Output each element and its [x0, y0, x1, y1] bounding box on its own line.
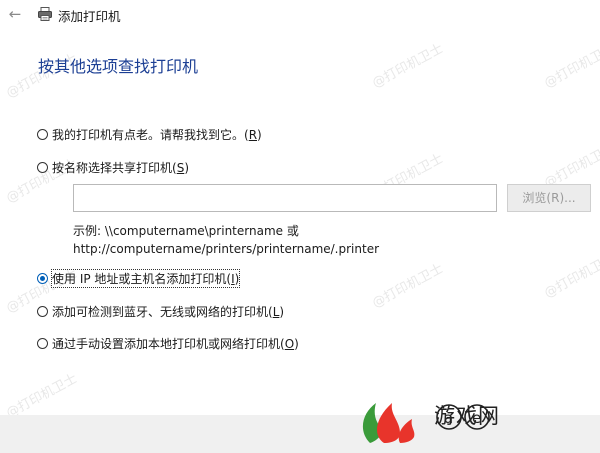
watermark: @打印机卫士 — [541, 251, 600, 302]
option-ip-address[interactable]: 使用 IP 地址或主机名添加打印机(I) — [37, 268, 241, 288]
option-label: 按名称选择共享打印机(S) — [52, 160, 189, 175]
radio-bluetooth-wireless[interactable] — [37, 305, 48, 317]
example-line-2: http://computername/printers/printername… — [73, 242, 380, 256]
option-shared-printer[interactable]: 按名称选择共享打印机(S) — [37, 158, 189, 176]
watermark: @打印机卫士 — [541, 41, 600, 92]
printer-icon — [38, 7, 52, 21]
watermark: @打印机卫士 — [3, 371, 80, 422]
example-line-1: 示例: \\computername\printername 或 — [73, 224, 299, 238]
title-bar: ← 添加打印机 — [0, 0, 600, 28]
option-label: 通过手动设置添加本地打印机或网络打印机(O) — [52, 336, 299, 351]
window-title: 添加打印机 — [58, 9, 121, 24]
flame-icon — [377, 403, 400, 443]
option-manual-settings[interactable]: 通过手动设置添加本地打印机或网络打印机(O) — [37, 334, 299, 352]
shared-printer-name-input[interactable] — [73, 184, 497, 212]
radio-ip-address[interactable] — [37, 272, 48, 284]
radio-shared-printer[interactable] — [37, 161, 48, 173]
option-bluetooth-wireless[interactable]: 添加可检测到蓝牙、无线或网络的打印机(L) — [37, 302, 284, 320]
option-label: 我的打印机有点老。请帮我找到它。(R) — [52, 127, 262, 142]
radio-old-printer[interactable] — [37, 128, 48, 140]
watermark: @打印机卫士 — [369, 41, 446, 92]
option-old-printer[interactable]: 我的打印机有点老。请帮我找到它。(R) — [37, 125, 262, 143]
browse-button[interactable]: 浏览(R)... — [507, 184, 591, 212]
back-button[interactable]: ← — [6, 5, 24, 23]
page-heading: 按其他选项查找打印机 — [38, 57, 199, 76]
brand-name: 游戏网 — [434, 404, 500, 428]
radio-manual-settings[interactable] — [37, 337, 48, 349]
option-label: 使用 IP 地址或主机名添加打印机(I) — [50, 268, 241, 288]
option-label: 添加可检测到蓝牙、无线或网络的打印机(L) — [52, 304, 285, 319]
example-text: 示例: \\computername\printername 或 http://… — [73, 222, 379, 258]
watermark: @打印机卫士 — [369, 261, 446, 312]
